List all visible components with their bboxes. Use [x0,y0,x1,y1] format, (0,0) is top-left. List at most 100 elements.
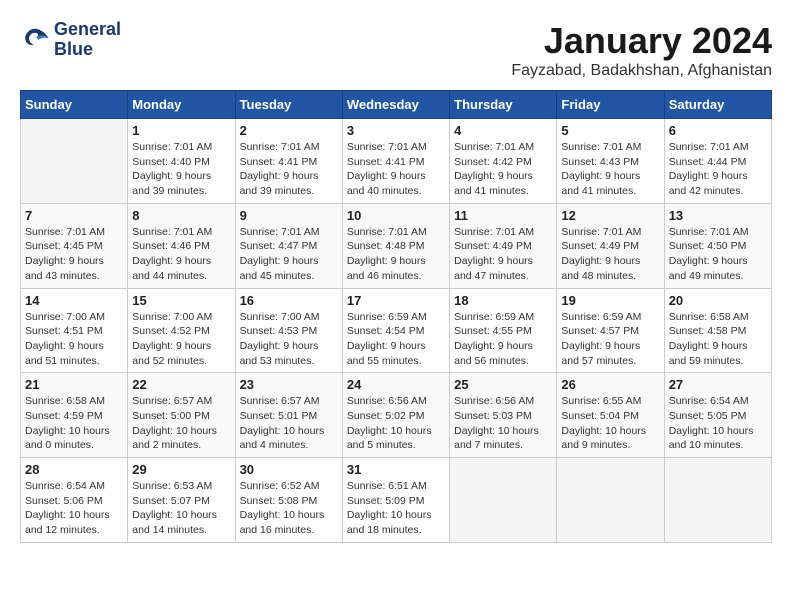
day-number: 6 [669,123,767,138]
calendar-cell: 1Sunrise: 7:01 AMSunset: 4:40 PMDaylight… [128,119,235,204]
calendar-cell: 24 Sunrise: 6:56 AMSunset: 5:02 PMDayligh… [342,373,449,458]
location-title: Fayzabad, Badakhshan, Afghanistan [511,62,772,80]
day-number: 4 [454,123,552,138]
day-number: 14 [25,293,123,308]
day-number: 16 [240,293,338,308]
calendar-cell: 10 Sunrise: 7:01 AMSunset: 4:48 PMDayligh… [342,203,449,288]
month-title: January 2024 [511,20,772,62]
day-info: Sunrise: 6:58 AMSunset: 4:59 PMDaylight:… [25,394,123,453]
day-number: 17 [347,293,445,308]
calendar-cell: 18Sunrise: 6:59 AMSunset: 4:55 PMDayligh… [450,288,557,373]
calendar-cell: 31Sunrise: 6:51 AMSunset: 5:09 PMDayligh… [342,458,449,543]
calendar-cell: 27Sunrise: 6:54 AMSunset: 5:05 PMDayligh… [664,373,771,458]
calendar-cell: 23 Sunrise: 6:57 AMSunset: 5:01 PMDayligh… [235,373,342,458]
day-number: 15 [132,293,230,308]
calendar-table: SundayMondayTuesdayWednesdayThursdayFrid… [20,90,772,543]
day-number: 23 [240,377,338,392]
day-info: Sunrise: 6:55 AMSunset: 5:04 PMDaylight:… [561,394,659,453]
day-info: Sunrise: 7:01 AMSunset: 4:47 PMDaylight:… [240,225,338,284]
day-number: 7 [25,208,123,223]
calendar-cell: 26 Sunrise: 6:55 AMSunset: 5:04 PMDayligh… [557,373,664,458]
calendar-cell: 17 Sunrise: 6:59 AMSunset: 4:54 PMDayligh… [342,288,449,373]
calendar-cell: 15 Sunrise: 7:00 AMSunset: 4:52 PMDayligh… [128,288,235,373]
day-info: Sunrise: 6:59 AMSunset: 4:54 PMDaylight:… [347,310,445,369]
calendar-week-row: 1Sunrise: 7:01 AMSunset: 4:40 PMDaylight… [21,119,772,204]
calendar-cell: 3 Sunrise: 7:01 AMSunset: 4:41 PMDaylight… [342,119,449,204]
day-info: Sunrise: 7:00 AMSunset: 4:51 PMDaylight:… [25,310,123,369]
day-number: 10 [347,208,445,223]
calendar-cell: 14 Sunrise: 7:00 AMSunset: 4:51 PMDayligh… [21,288,128,373]
calendar-cell: 20Sunrise: 6:58 AMSunset: 4:58 PMDayligh… [664,288,771,373]
day-info: Sunrise: 6:53 AMSunset: 5:07 PMDaylight:… [132,479,230,538]
day-info: Sunrise: 7:01 AMSunset: 4:41 PMDaylight:… [347,140,445,199]
logo-icon [20,25,50,55]
calendar-cell: 29 Sunrise: 6:53 AMSunset: 5:07 PMDayligh… [128,458,235,543]
day-info: Sunrise: 6:51 AMSunset: 5:09 PMDaylight:… [347,479,445,538]
calendar-week-row: 7 Sunrise: 7:01 AMSunset: 4:45 PMDaylight… [21,203,772,288]
weekday-header: Saturday [664,91,771,119]
day-info: Sunrise: 7:01 AMSunset: 4:42 PMDaylight:… [454,140,552,199]
logo-text: General Blue [54,20,121,60]
day-info: Sunrise: 7:01 AMSunset: 4:49 PMDaylight:… [454,225,552,284]
day-info: Sunrise: 6:56 AMSunset: 5:03 PMDaylight:… [454,394,552,453]
calendar-cell: 5 Sunrise: 7:01 AMSunset: 4:43 PMDaylight… [557,119,664,204]
day-info: Sunrise: 7:01 AMSunset: 4:46 PMDaylight:… [132,225,230,284]
day-number: 13 [669,208,767,223]
calendar-cell: 11 Sunrise: 7:01 AMSunset: 4:49 PMDayligh… [450,203,557,288]
day-number: 26 [561,377,659,392]
day-info: Sunrise: 7:01 AMSunset: 4:44 PMDaylight:… [669,140,767,199]
day-number: 9 [240,208,338,223]
day-number: 22 [132,377,230,392]
day-number: 24 [347,377,445,392]
day-number: 21 [25,377,123,392]
day-info: Sunrise: 6:57 AMSunset: 5:01 PMDaylight:… [240,394,338,453]
calendar-cell: 2 Sunrise: 7:01 AMSunset: 4:41 PMDaylight… [235,119,342,204]
day-info: Sunrise: 7:00 AMSunset: 4:52 PMDaylight:… [132,310,230,369]
day-info: Sunrise: 7:01 AMSunset: 4:41 PMDaylight:… [240,140,338,199]
day-info: Sunrise: 6:59 AMSunset: 4:57 PMDaylight:… [561,310,659,369]
calendar-cell: 13Sunrise: 7:01 AMSunset: 4:50 PMDayligh… [664,203,771,288]
day-number: 20 [669,293,767,308]
day-info: Sunrise: 6:57 AMSunset: 5:00 PMDaylight:… [132,394,230,453]
day-number: 5 [561,123,659,138]
weekday-header: Tuesday [235,91,342,119]
day-number: 28 [25,462,123,477]
logo: General Blue [20,20,121,60]
day-info: Sunrise: 6:59 AMSunset: 4:55 PMDaylight:… [454,310,552,369]
day-number: 11 [454,208,552,223]
calendar-week-row: 14 Sunrise: 7:00 AMSunset: 4:51 PMDayligh… [21,288,772,373]
weekday-header: Wednesday [342,91,449,119]
weekday-header: Thursday [450,91,557,119]
day-info: Sunrise: 6:56 AMSunset: 5:02 PMDaylight:… [347,394,445,453]
day-info: Sunrise: 7:01 AMSunset: 4:48 PMDaylight:… [347,225,445,284]
weekday-header: Monday [128,91,235,119]
day-number: 25 [454,377,552,392]
day-number: 3 [347,123,445,138]
day-number: 30 [240,462,338,477]
day-number: 8 [132,208,230,223]
calendar-cell: 12Sunrise: 7:01 AMSunset: 4:49 PMDayligh… [557,203,664,288]
day-number: 29 [132,462,230,477]
calendar-week-row: 21 Sunrise: 6:58 AMSunset: 4:59 PMDayligh… [21,373,772,458]
day-number: 1 [132,123,230,138]
calendar-cell: 4 Sunrise: 7:01 AMSunset: 4:42 PMDaylight… [450,119,557,204]
day-info: Sunrise: 7:01 AMSunset: 4:49 PMDaylight:… [561,225,659,284]
weekday-header: Sunday [21,91,128,119]
day-info: Sunrise: 6:54 AMSunset: 5:06 PMDaylight:… [25,479,123,538]
calendar-cell [450,458,557,543]
calendar-cell [557,458,664,543]
day-info: Sunrise: 7:00 AMSunset: 4:53 PMDaylight:… [240,310,338,369]
day-number: 2 [240,123,338,138]
day-info: Sunrise: 7:01 AMSunset: 4:45 PMDaylight:… [25,225,123,284]
day-info: Sunrise: 7:01 AMSunset: 4:43 PMDaylight:… [561,140,659,199]
weekday-header: Friday [557,91,664,119]
day-number: 19 [561,293,659,308]
calendar-cell [664,458,771,543]
day-info: Sunrise: 6:52 AMSunset: 5:08 PMDaylight:… [240,479,338,538]
calendar-cell: 16 Sunrise: 7:00 AMSunset: 4:53 PMDayligh… [235,288,342,373]
day-info: Sunrise: 6:54 AMSunset: 5:05 PMDaylight:… [669,394,767,453]
calendar-week-row: 28 Sunrise: 6:54 AMSunset: 5:06 PMDayligh… [21,458,772,543]
weekday-header-row: SundayMondayTuesdayWednesdayThursdayFrid… [21,91,772,119]
title-block: January 2024 Fayzabad, Badakhshan, Afgha… [511,20,772,80]
calendar-cell [21,119,128,204]
